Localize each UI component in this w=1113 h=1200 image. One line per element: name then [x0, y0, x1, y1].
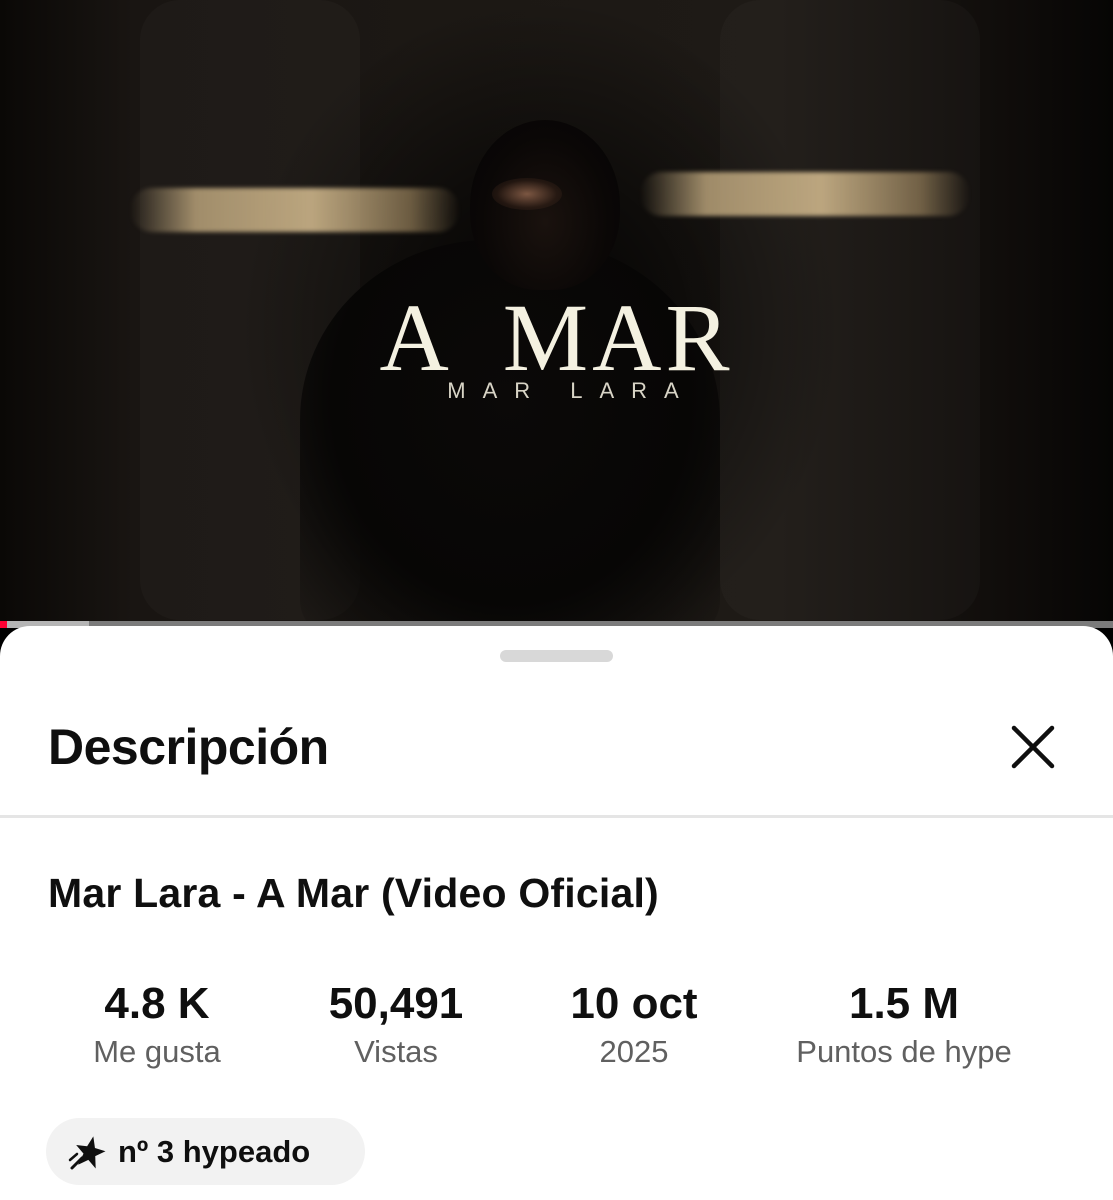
hype-rank-label: nº 3 hypeado — [118, 1133, 311, 1169]
hype-star-icon — [68, 1135, 106, 1169]
stat-date: 10 oct 2025 — [534, 978, 734, 1074]
stat-value: 10 oct — [570, 979, 698, 1028]
description-sheet: Descripción Mar Lara - A Mar (Video Ofic… — [0, 626, 1113, 1200]
divider — [0, 815, 1113, 818]
stat-label: Puntos de hype — [796, 1034, 1012, 1069]
progress-played — [0, 621, 7, 628]
stat-views: 50,491 Vistas — [296, 978, 496, 1074]
video-player[interactable]: A MAR MAR LARA — [0, 0, 1113, 628]
stat-value: 1.5 M — [848, 979, 960, 1028]
video-title: Mar Lara - A Mar (Video Oficial) — [48, 870, 659, 916]
stat-likes: 4.8 K Me gusta — [57, 978, 257, 1074]
face-highlight — [492, 178, 562, 210]
close-icon — [1011, 725, 1055, 769]
hype-rank-chip[interactable]: nº 3 hypeado — [46, 1118, 365, 1185]
stat-value: 50,491 — [328, 979, 464, 1028]
stat-value: 4.8 K — [104, 979, 210, 1028]
close-button[interactable] — [1004, 718, 1062, 776]
sheet-heading: Descripción — [48, 719, 329, 775]
video-overlay-title: A MAR — [379, 284, 734, 391]
light-strip-right — [640, 172, 970, 216]
light-strip-left — [130, 188, 460, 232]
sheet-drag-handle[interactable] — [500, 650, 613, 662]
stat-label: 2025 — [599, 1034, 669, 1069]
stat-hype-points: 1.5 M Puntos de hype — [764, 978, 1044, 1074]
stats-row: 4.8 K Me gusta 50,491 Vistas 10 oct 2025… — [0, 978, 1113, 1078]
stat-label: Me gusta — [93, 1034, 221, 1069]
stat-label: Vistas — [354, 1034, 438, 1069]
video-overlay-artist: MAR LARA — [447, 378, 696, 403]
